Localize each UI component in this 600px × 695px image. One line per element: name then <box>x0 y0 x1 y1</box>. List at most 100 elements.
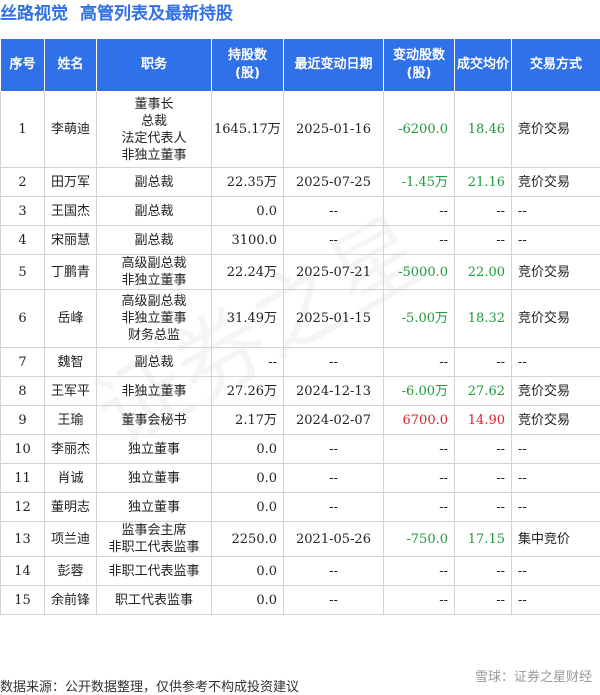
trade-method: -- <box>511 196 600 226</box>
header-change: 变动股数 (股) <box>383 38 455 92</box>
change-shares: -5.00万 <box>383 289 455 348</box>
executive-name: 李萌迪 <box>44 91 97 168</box>
shares-held: 2250.0 <box>211 521 284 557</box>
row-index: 12 <box>0 492 45 522</box>
last-change-date: -- <box>283 492 384 522</box>
last-change-date: -- <box>283 556 384 586</box>
executive-name: 王国杰 <box>44 196 97 226</box>
table-header-row: 序号 姓名 职务 持股数 (股) 最近变动日期 变动股数 (股) 成交均价 交易方式 <box>0 38 600 92</box>
table-row: 10 李丽杰 独立董事 0.0 -- -- -- -- <box>0 434 600 464</box>
shares-held: 27.26万 <box>211 376 284 406</box>
role-line: 副总裁 <box>134 174 174 190</box>
avg-price: 22.00 <box>454 254 512 290</box>
avg-price: -- <box>454 492 512 522</box>
row-index: 7 <box>0 347 45 377</box>
shares-held: 0.0 <box>211 463 284 493</box>
role-line: 董事会秘书 <box>121 412 187 428</box>
role-line: 董事长 <box>134 96 174 112</box>
table-row: 13 项兰迪 监事会主席 非职工代表监事 2250.0 2021-05-26 -750.0 1… <box>0 521 600 557</box>
executive-name: 董明志 <box>44 492 97 522</box>
executive-name: 丁鹏青 <box>44 254 97 290</box>
row-index: 9 <box>0 405 45 435</box>
role-line: 监事会主席 <box>121 523 187 538</box>
role-line: 独立董事 <box>127 441 180 457</box>
change-shares: -5000.0 <box>383 254 455 290</box>
table-row: 6 岳峰 高级副总裁 非独立董事 财务总监 31.49万 2025-01-15 -5.00万 1… <box>0 289 600 348</box>
header-method: 交易方式 <box>511 38 600 92</box>
company-name: 丝路视觉 <box>0 4 68 24</box>
executive-roles: 副总裁 <box>96 225 212 255</box>
header-date: 最近变动日期 <box>283 38 384 92</box>
change-shares: -- <box>383 463 455 493</box>
role-line: 独立董事 <box>127 470 180 486</box>
trade-method: 竞价交易 <box>511 289 600 348</box>
last-change-date: -- <box>283 585 384 615</box>
shares-held: 31.49万 <box>211 289 284 348</box>
header-change-l2: (股) <box>406 66 432 81</box>
header-shares-l2: (股) <box>235 66 260 81</box>
trade-method: -- <box>511 585 600 615</box>
trade-method: -- <box>511 347 600 377</box>
page-title: 丝路视觉 高管列表及最新持股 <box>0 0 233 32</box>
header-shares: 持股数 (股) <box>211 38 284 92</box>
shares-held: 0.0 <box>211 196 284 226</box>
shares-held: -- <box>211 347 284 377</box>
executives-table: 序号 姓名 职务 持股数 (股) 最近变动日期 变动股数 (股) 成交均价 交易方式… <box>0 38 600 615</box>
header-name: 姓名 <box>44 38 97 92</box>
executive-roles: 独立董事 <box>96 463 212 493</box>
avg-price: -- <box>454 585 512 615</box>
last-change-date: 2024-12-13 <box>283 376 384 406</box>
role-line: 职工代表监事 <box>114 592 193 608</box>
executive-roles: 非职工代表监事 <box>96 556 212 586</box>
executive-name: 王瑜 <box>44 405 97 435</box>
table-row: 12 董明志 独立董事 0.0 -- -- -- -- <box>0 492 600 522</box>
avg-price: 18.32 <box>454 289 512 348</box>
avg-price: -- <box>454 225 512 255</box>
change-shares: -- <box>383 434 455 464</box>
header-price: 成交均价 <box>454 38 512 92</box>
executive-roles: 职工代表监事 <box>96 585 212 615</box>
role-line: 独立董事 <box>127 499 180 515</box>
table-row: 9 王瑜 董事会秘书 2.17万 2024-02-07 6700.0 14.90 竞价交易 <box>0 405 600 435</box>
executive-roles: 高级副总裁 非独立董事 <box>96 254 212 290</box>
trade-method: -- <box>511 225 600 255</box>
executive-roles: 副总裁 <box>96 347 212 377</box>
change-shares: -- <box>383 347 455 377</box>
shares-held: 1645.17万 <box>211 91 284 168</box>
executive-roles: 董事会秘书 <box>96 405 212 435</box>
last-change-date: 2025-01-15 <box>283 289 384 348</box>
role-line: 法定代表人 <box>121 130 187 146</box>
executive-roles: 独立董事 <box>96 492 212 522</box>
table-row: 7 魏智 副总裁 -- -- -- -- -- <box>0 347 600 377</box>
role-line: 副总裁 <box>134 203 174 219</box>
role-line: 总裁 <box>140 113 167 129</box>
avg-price: 17.15 <box>454 521 512 557</box>
avg-price: 18.46 <box>454 91 512 168</box>
row-index: 11 <box>0 463 45 493</box>
role-line: 财务总监 <box>127 328 180 343</box>
executive-name: 宋丽慧 <box>44 225 97 255</box>
role-line: 非独立董事 <box>121 147 187 163</box>
table-row: 5 丁鹏青 高级副总裁 非独立董事 22.24万 2025-07-21 -5000.0 22.… <box>0 254 600 290</box>
role-line: 高级副总裁 <box>121 256 187 271</box>
row-index: 6 <box>0 289 45 348</box>
shares-held: 0.0 <box>211 585 284 615</box>
row-index: 4 <box>0 225 45 255</box>
change-shares: -- <box>383 585 455 615</box>
header-change-l1: 变动股数 <box>392 48 445 63</box>
row-index: 8 <box>0 376 45 406</box>
last-change-date: -- <box>283 434 384 464</box>
last-change-date: 2025-01-16 <box>283 91 384 168</box>
table-row: 1 李萌迪 董事长 总裁 法定代表人 非独立董事 1645.17万 2025-01-16 -62… <box>0 91 600 168</box>
executive-name: 肖诚 <box>44 463 97 493</box>
executive-name: 李丽杰 <box>44 434 97 464</box>
shares-held: 22.24万 <box>211 254 284 290</box>
row-index: 15 <box>0 585 45 615</box>
last-change-date: 2021-05-26 <box>283 521 384 557</box>
row-index: 13 <box>0 521 45 557</box>
trade-method: 竞价交易 <box>511 405 600 435</box>
avg-price: 27.62 <box>454 376 512 406</box>
executive-name: 彭蓉 <box>44 556 97 586</box>
avg-price: -- <box>454 347 512 377</box>
executive-name: 魏智 <box>44 347 97 377</box>
